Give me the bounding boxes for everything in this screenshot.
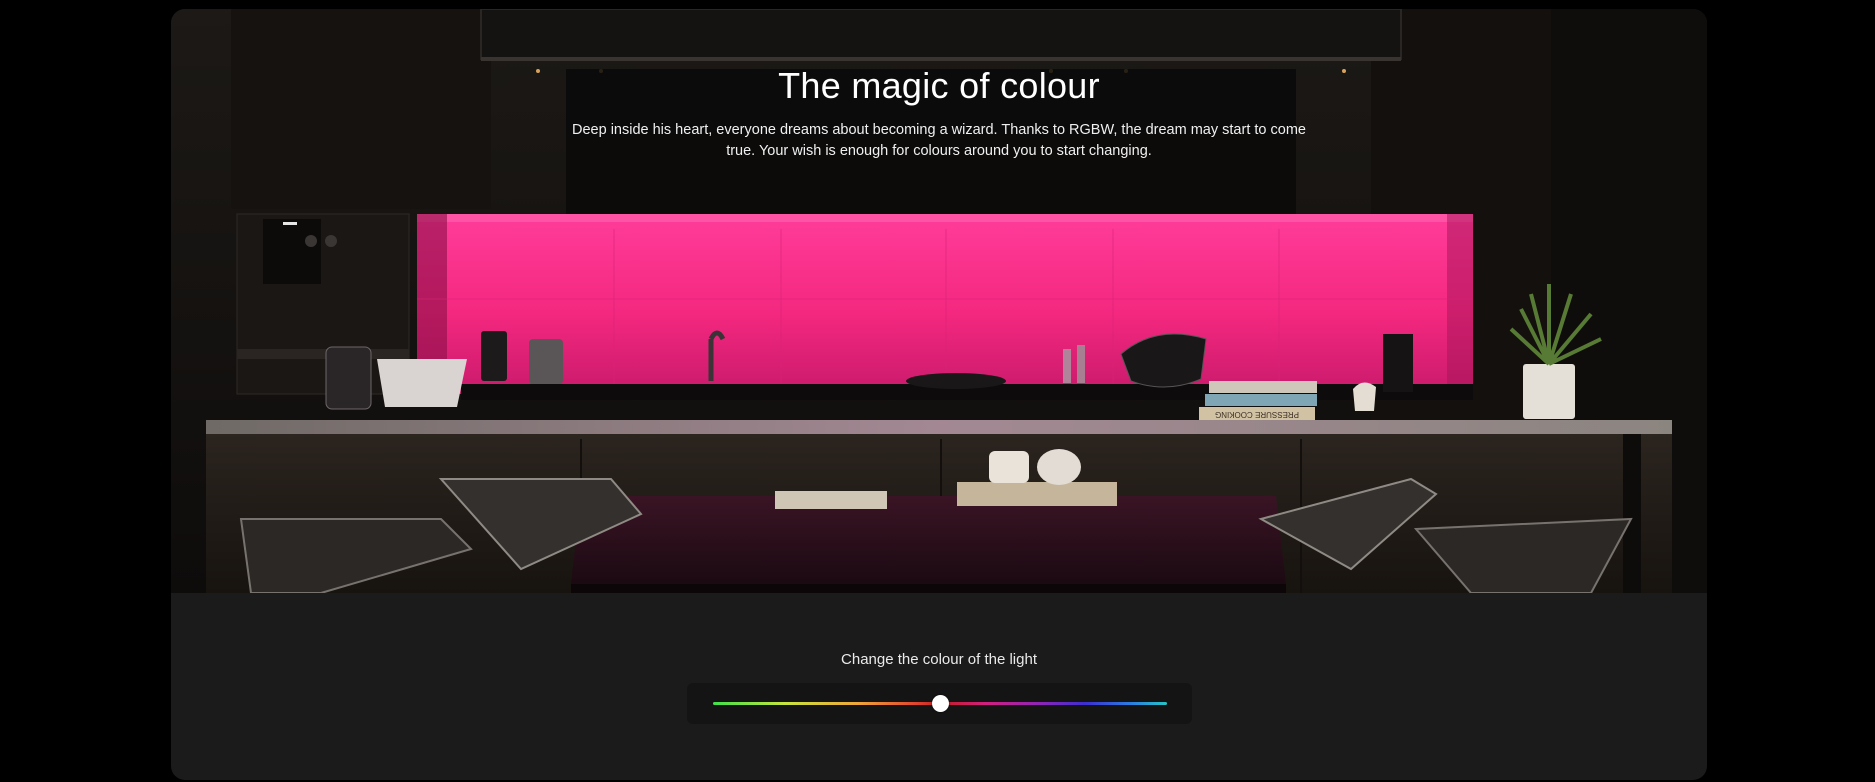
tea-cup — [989, 451, 1029, 483]
serving-tray — [957, 482, 1117, 506]
small-vase — [1353, 382, 1376, 411]
colour-slider-label: Change the colour of the light — [841, 651, 1037, 668]
colour-slider-thumb[interactable] — [931, 695, 949, 712]
dining-table — [571, 496, 1286, 584]
kettle — [481, 331, 507, 381]
colour-demo-card: PRESSURE COOKING The magic of colour Dee… — [171, 9, 1707, 780]
coffee-machine-panel — [263, 219, 321, 284]
coffee-machine-knob — [305, 235, 317, 247]
canister — [1383, 334, 1413, 392]
book — [1205, 394, 1317, 406]
oven-divider — [237, 349, 409, 359]
table-edge — [571, 584, 1286, 593]
led-backsplash — [417, 214, 1473, 394]
backsplash-right-shade — [1447, 214, 1473, 394]
ceiling-fixture — [480, 9, 1402, 60]
bottle — [1077, 345, 1085, 383]
white-bowl — [377, 359, 467, 407]
backsplash-highlight — [417, 214, 1473, 222]
kitchen-scene: PRESSURE COOKING The magic of colour Dee… — [171, 9, 1707, 593]
teapot — [1037, 449, 1081, 485]
book — [1209, 381, 1317, 393]
table-book — [775, 491, 887, 509]
colour-slider[interactable] — [687, 683, 1192, 724]
frying-pan — [906, 373, 1006, 389]
toaster — [529, 339, 563, 384]
jar — [325, 346, 372, 410]
coffee-machine-knob — [325, 235, 337, 247]
left-wall-panel — [231, 9, 491, 209]
section-description: Deep inside his heart, everyone dreams a… — [572, 122, 1306, 159]
book-spine-text: PRESSURE COOKING — [1215, 410, 1299, 419]
bottle — [1063, 349, 1071, 383]
island-leg — [1623, 434, 1641, 593]
ceiling-fixture-edge — [481, 57, 1401, 61]
section-title: The magic of colour — [778, 65, 1100, 106]
island-countertop — [206, 420, 1672, 434]
coffee-machine-display — [283, 222, 297, 225]
plant-pot — [1523, 364, 1575, 419]
